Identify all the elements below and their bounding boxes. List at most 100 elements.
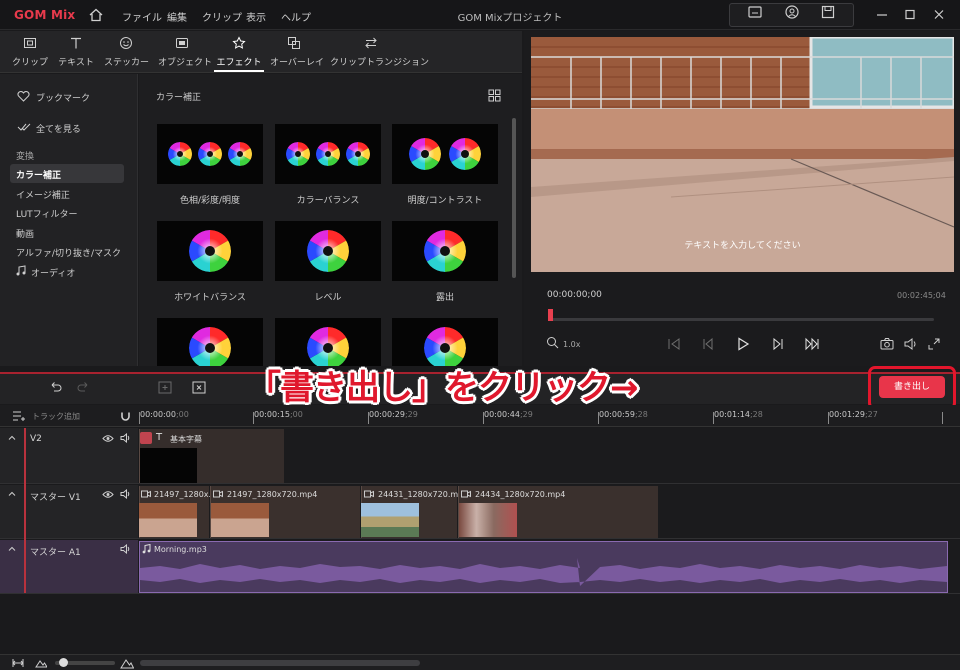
tab-label: オーバーレイ (270, 58, 324, 68)
tab-sticker[interactable]: ステッカー (104, 31, 149, 73)
clip-thumbnail (361, 503, 419, 537)
menu-clip[interactable]: クリップ (202, 9, 242, 24)
overlay-icon (288, 37, 300, 49)
sidebar-item-alpha-mask[interactable]: アルファ/切り抜き/マスク (16, 246, 121, 259)
zoom-icon[interactable] (546, 336, 559, 349)
skip-end-icon[interactable] (804, 336, 820, 352)
track-name-v1: マスター V1 (30, 493, 81, 503)
menu-help[interactable]: ヘルプ (281, 9, 311, 24)
redo-icon[interactable] (77, 380, 91, 394)
collapse-chevron-icon[interactable] (8, 434, 16, 442)
track-header-v2[interactable] (0, 428, 138, 484)
subtitle-icon[interactable] (747, 4, 763, 20)
skip-start-icon[interactable] (666, 336, 682, 352)
visibility-eye-icon[interactable] (102, 490, 114, 499)
gom-mix-window: GOM Mix ファイル 編集 クリップ 表示 ヘルプ GOM Mixプロジェク… (0, 0, 960, 670)
grid-view-icon[interactable] (488, 89, 501, 102)
clip-thumbnail (211, 503, 269, 537)
effect-label: 色相/彩度/明度 (179, 196, 241, 206)
clip-title: 24434_1280x720.mp4 (475, 490, 566, 499)
seek-handle[interactable] (548, 309, 553, 321)
speaker-icon[interactable] (120, 489, 131, 499)
zoom-in-mountain-icon[interactable] (120, 657, 134, 669)
delete-clip-icon[interactable] (192, 381, 206, 394)
effect-label: カラーバランス (296, 196, 360, 206)
seek-bar[interactable] (548, 318, 934, 321)
tab-clip[interactable]: クリップ (10, 31, 50, 73)
speaker-icon[interactable] (120, 544, 131, 554)
tab-transition[interactable]: クリップトランジション (330, 31, 429, 73)
active-tab-indicator (214, 70, 264, 72)
sidebar-item-lut[interactable]: LUTフィルター (16, 207, 77, 220)
fullscreen-icon[interactable] (926, 336, 942, 352)
add-track-icon[interactable] (12, 410, 26, 422)
pencil-icon[interactable] (140, 432, 152, 444)
volume-icon[interactable] (903, 336, 919, 352)
undo-icon[interactable] (48, 380, 62, 394)
effect-thumb-color-balance[interactable] (275, 124, 381, 184)
ruler-label: 00:00:59;28 (599, 410, 648, 419)
home-icon[interactable] (88, 7, 104, 23)
zoom-level[interactable]: 1.0x (563, 340, 580, 349)
fit-width-icon[interactable] (12, 658, 24, 668)
camera-icon[interactable] (879, 336, 895, 352)
color-wheel-icon (409, 138, 481, 170)
speaker-icon[interactable] (120, 433, 131, 443)
caption-placeholder[interactable]: テキストを入力してください (531, 238, 954, 251)
video-camera-icon (213, 490, 223, 498)
effect-thumb-brightness-contrast[interactable] (392, 124, 498, 184)
save-icon[interactable] (820, 4, 836, 20)
color-wheel-icon (286, 142, 370, 166)
account-icon[interactable] (784, 4, 800, 20)
effect-thumb-levels[interactable] (275, 221, 381, 281)
sidebar-show-all[interactable]: 全てを見る (36, 122, 81, 135)
grid-scrollbar[interactable] (512, 118, 516, 278)
sidebar-bookmark[interactable]: ブックマーク (36, 91, 90, 104)
next-frame-icon[interactable] (770, 336, 786, 352)
ruler-label: 00:00:29;29 (369, 410, 418, 419)
collapse-chevron-icon[interactable] (8, 490, 16, 498)
annotation-highlight-ring (868, 366, 956, 410)
sidebar-item-color-correction[interactable]: カラー補正 (16, 168, 61, 181)
visibility-eye-icon[interactable] (102, 434, 114, 443)
sidebar-item-image-correction[interactable]: イメージ補正 (16, 188, 70, 201)
effect-thumb-white-balance[interactable] (157, 221, 263, 281)
menu-edit[interactable]: 編集 (167, 9, 187, 24)
play-icon[interactable] (735, 336, 751, 352)
menu-file[interactable]: ファイル (122, 9, 162, 24)
tab-text[interactable]: テキスト (56, 31, 96, 73)
effect-label: 明度/コントラスト (407, 196, 483, 206)
clip-title: 21497_1280x... (154, 490, 217, 499)
video-preview[interactable] (531, 37, 954, 272)
effect-thumb-partial[interactable] (392, 318, 498, 369)
timeline-playhead[interactable] (24, 428, 26, 593)
sidebar-item-video[interactable]: 動画 (16, 227, 34, 240)
tab-overlay[interactable]: オーバーレイ (270, 31, 324, 73)
transition-icon (365, 37, 377, 49)
clip-title: 21497_1280x720.mp4 (227, 490, 318, 499)
menu-view[interactable]: 表示 (246, 9, 266, 24)
maximize-icon[interactable] (903, 9, 917, 21)
collapse-chevron-icon[interactable] (8, 545, 16, 553)
prev-frame-icon[interactable] (700, 336, 716, 352)
effect-thumb-partial[interactable] (275, 318, 381, 369)
clip-thumbnail (140, 448, 197, 483)
video-camera-icon (141, 490, 151, 498)
add-track-label[interactable]: トラック追加 (32, 411, 80, 422)
effect-thumb-partial[interactable] (157, 318, 263, 369)
add-clip-icon[interactable] (158, 381, 172, 394)
tab-object[interactable]: オブジェクト (158, 31, 212, 73)
minimize-icon[interactable] (875, 9, 889, 21)
clip-title: Morning.mp3 (154, 545, 207, 554)
effect-label: ホワイトバランス (174, 293, 246, 303)
effect-thumb-hue-saturation[interactable] (157, 124, 263, 184)
tab-effect[interactable]: エフェクト (214, 31, 264, 73)
zoom-slider-handle[interactable] (59, 658, 68, 667)
magnet-snap-icon[interactable] (119, 409, 132, 422)
close-icon[interactable] (932, 9, 946, 21)
horizontal-scrollbar[interactable] (140, 660, 420, 666)
zoom-out-mountain-icon[interactable] (35, 658, 47, 668)
effect-thumb-exposure[interactable] (392, 221, 498, 281)
total-time: 00:02:45;04 (897, 291, 946, 300)
sidebar-item-audio[interactable]: オーディオ (31, 266, 75, 279)
